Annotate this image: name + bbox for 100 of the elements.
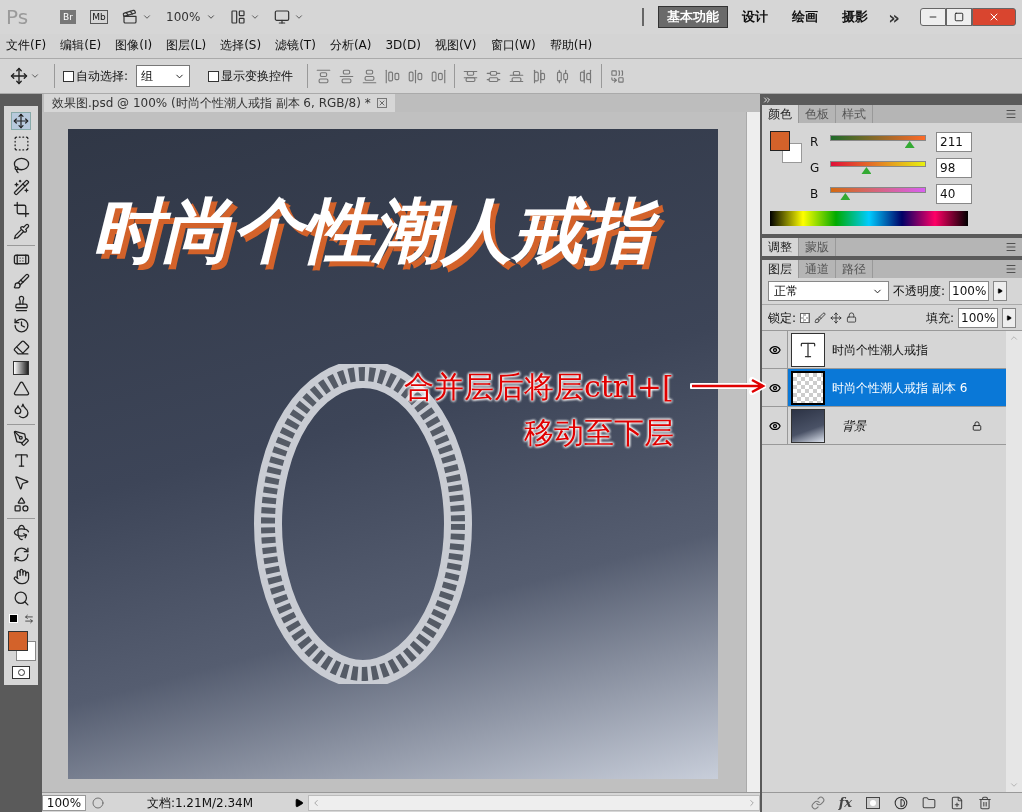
add-mask-icon[interactable] xyxy=(866,796,880,809)
status-menu-arrow-icon[interactable] xyxy=(294,797,304,808)
menu-item[interactable]: 编辑(E) xyxy=(60,36,102,54)
zoom-tool-icon[interactable] xyxy=(12,590,30,607)
path-selection-icon[interactable] xyxy=(12,474,30,491)
move-tool-icon[interactable] xyxy=(11,112,31,130)
new-layer-icon[interactable] xyxy=(950,795,964,810)
auto-align-icon[interactable] xyxy=(610,68,626,84)
align-center-icon[interactable] xyxy=(408,68,424,84)
eyedropper-icon[interactable] xyxy=(12,223,30,240)
layer-row[interactable]: 时尚个性潮人戒指 xyxy=(762,331,1006,369)
orbit-3d-icon[interactable] xyxy=(12,546,30,563)
channel-value-field[interactable]: 98 xyxy=(936,158,972,178)
type-tool-icon[interactable] xyxy=(12,452,30,469)
menu-item[interactable]: 图层(L) xyxy=(166,36,207,54)
history-brush-icon[interactable] xyxy=(12,317,30,334)
pen-tool-icon[interactable] xyxy=(12,430,30,447)
gradient-tool-icon[interactable] xyxy=(13,361,29,375)
panel-tab[interactable]: 颜色 xyxy=(762,105,799,123)
minimize-button[interactable] xyxy=(920,8,946,26)
shape-tool-icon[interactable] xyxy=(12,496,30,513)
quick-mask-icon[interactable] xyxy=(12,666,30,679)
link-layers-icon[interactable] xyxy=(810,795,825,810)
workspace-button[interactable]: 基本功能 xyxy=(658,6,729,28)
eye-icon[interactable] xyxy=(767,419,782,432)
color-swatches-drawing[interactable] xyxy=(6,629,36,661)
distribute-center-icon[interactable] xyxy=(555,68,571,84)
layer-style-button[interactable]: fx xyxy=(838,792,852,812)
lock-pixels-icon[interactable] xyxy=(814,311,827,324)
layer-row[interactable]: 背景 xyxy=(762,407,1006,445)
caret-icon[interactable] xyxy=(250,12,261,22)
slider-thumb[interactable] xyxy=(840,193,851,200)
channel-value-field[interactable]: 211 xyxy=(936,132,972,152)
zoom-level-field[interactable]: 100% xyxy=(42,794,86,811)
panel-tab[interactable]: 图层 xyxy=(762,260,799,278)
panel-menu-icon[interactable] xyxy=(1004,263,1018,275)
opacity-field[interactable]: 100% xyxy=(949,281,990,301)
maximize-button[interactable] xyxy=(946,8,972,26)
opacity-slider-button[interactable] xyxy=(993,281,1008,301)
menu-item[interactable]: 视图(V) xyxy=(434,36,477,54)
workspace-button[interactable]: 设计 xyxy=(732,6,779,28)
slider-thumb[interactable] xyxy=(904,141,915,148)
lock-transparency-icon[interactable] xyxy=(800,312,811,323)
menu-item[interactable]: 窗口(W) xyxy=(490,36,536,54)
brush-tool-icon[interactable] xyxy=(12,273,30,290)
close-icon[interactable] xyxy=(376,98,387,108)
workspace-button[interactable]: 摄影 xyxy=(832,6,879,28)
color-slider[interactable] xyxy=(828,161,928,175)
eye-icon[interactable] xyxy=(767,381,782,394)
menu-item[interactable]: 图像(I) xyxy=(115,36,153,54)
collapse-icon[interactable] xyxy=(762,94,772,105)
mini-bridge-button[interactable]: Mb xyxy=(90,10,108,24)
distribute-top-icon[interactable] xyxy=(463,68,479,84)
lock-position-icon[interactable] xyxy=(830,311,843,324)
film-icon[interactable] xyxy=(122,9,138,25)
vertical-scrollbar[interactable] xyxy=(746,112,760,792)
checkbox[interactable] xyxy=(208,70,220,82)
distribute-left-icon[interactable] xyxy=(532,68,548,84)
align-left-icon[interactable] xyxy=(385,68,401,84)
menu-item[interactable]: 选择(S) xyxy=(220,36,262,54)
bridge-button[interactable]: Br xyxy=(60,10,76,24)
channel-value-field[interactable]: 40 xyxy=(936,184,972,204)
blur-tool-icon[interactable] xyxy=(12,380,30,397)
zoom-dropdown[interactable]: 100% xyxy=(166,8,217,26)
distribute-middle-icon[interactable] xyxy=(486,68,502,84)
align-right-icon[interactable] xyxy=(431,68,447,84)
caret-icon[interactable] xyxy=(142,12,152,22)
distribute-bottom-icon[interactable] xyxy=(509,68,525,84)
lasso-tool-icon[interactable] xyxy=(12,157,30,174)
align-middle-icon[interactable] xyxy=(339,68,355,84)
menu-item[interactable]: 滤镜(T) xyxy=(275,36,316,54)
caret-icon[interactable] xyxy=(30,71,40,81)
panel-tab[interactable]: 调整 xyxy=(762,238,799,256)
panel-menu-icon[interactable] xyxy=(1004,108,1018,120)
color-slider[interactable] xyxy=(828,187,928,201)
panel-menu-icon[interactable] xyxy=(1004,241,1018,253)
color-swatches-drawing[interactable] xyxy=(770,131,802,163)
auto-select-dropdown[interactable]: 组 xyxy=(136,65,191,87)
menu-item[interactable]: 文件(F) xyxy=(6,36,47,54)
blend-mode-dropdown[interactable]: 正常 xyxy=(768,281,889,301)
color-spectrum-bar[interactable] xyxy=(770,211,968,226)
align-bottom-icon[interactable] xyxy=(362,68,378,84)
caret-icon[interactable] xyxy=(294,12,305,22)
lock-all-icon[interactable] xyxy=(846,312,858,323)
fill-field[interactable]: 100% xyxy=(958,307,998,328)
adjustment-layer-icon[interactable] xyxy=(894,795,908,810)
menu-item[interactable]: 帮助(H) xyxy=(549,36,593,54)
eraser-tool-icon[interactable] xyxy=(12,339,30,356)
layer-row[interactable]: 时尚个性潮人戒指 副本 6 xyxy=(762,369,1006,407)
marquee-tool-icon[interactable] xyxy=(12,135,30,152)
color-slider[interactable] xyxy=(828,135,928,149)
more-workspaces-button[interactable]: » xyxy=(882,3,906,31)
crop-tool-icon[interactable] xyxy=(12,201,30,218)
menu-item[interactable]: 分析(A) xyxy=(329,36,372,54)
stamp-tool-icon[interactable] xyxy=(12,295,30,312)
align-top-icon[interactable] xyxy=(316,68,332,84)
distribute-right-icon[interactable] xyxy=(578,68,594,84)
eye-icon[interactable] xyxy=(767,343,782,356)
new-group-icon[interactable] xyxy=(922,795,936,810)
screen-mode-icon[interactable] xyxy=(274,9,291,25)
